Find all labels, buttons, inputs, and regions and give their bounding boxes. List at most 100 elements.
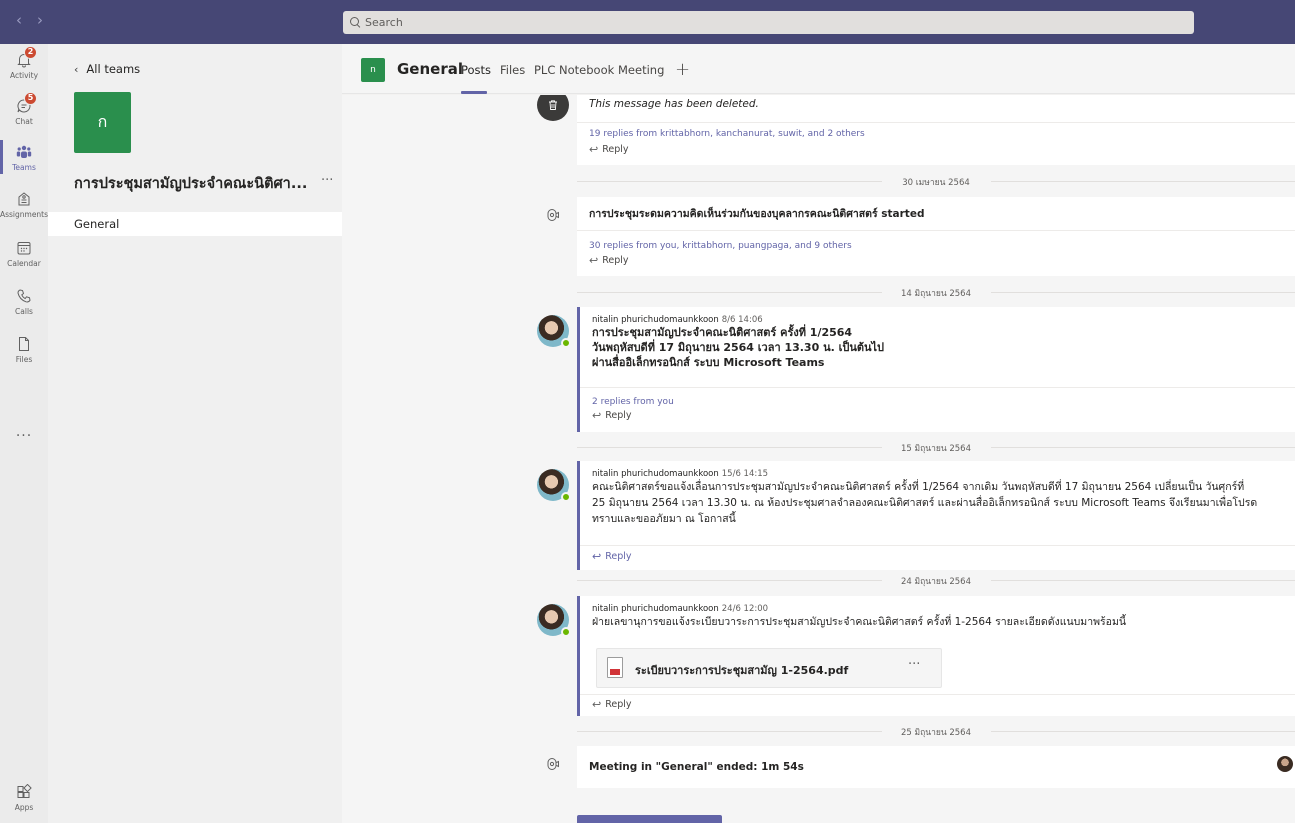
date-label: 14 มิถุนายน 2564 xyxy=(889,289,983,299)
avatar[interactable] xyxy=(537,315,571,348)
file-name[interactable]: ระเบียบวาระการประชุมสามัญ 1-2564.pdf xyxy=(635,661,848,679)
meeting-camera-icon xyxy=(537,748,569,780)
presence-available-icon xyxy=(561,627,571,637)
tab-files[interactable]: Files xyxy=(500,63,525,77)
author-name[interactable]: nitalin phurichudomaunkkoon xyxy=(592,604,719,614)
reply-arrow-icon: ↩ xyxy=(589,143,599,156)
team-more-options-icon[interactable]: ··· xyxy=(321,173,333,188)
rail-item-files[interactable]: Files xyxy=(0,330,48,376)
calendar-icon xyxy=(16,240,32,256)
date-separator: 30 เมษายน 2564 xyxy=(577,174,1295,188)
reply-arrow-icon: ↩ xyxy=(592,550,602,563)
active-tab-indicator xyxy=(461,91,487,94)
channel-avatar: n xyxy=(361,58,385,82)
search-icon xyxy=(350,17,361,28)
post-card: This message has been deleted. 19 replie… xyxy=(577,95,1295,165)
presence-available-icon xyxy=(561,338,571,348)
search-input[interactable] xyxy=(365,16,1145,29)
date-label: 30 เมษายน 2564 xyxy=(890,178,982,188)
forward-arrow-icon[interactable]: › xyxy=(37,12,43,28)
apps-icon xyxy=(16,783,32,800)
author-name[interactable]: nitalin phurichudomaunkkoon xyxy=(592,469,719,479)
chat-badge: 5 xyxy=(24,92,37,105)
tab-plc-notebook[interactable]: PLC Notebook xyxy=(534,63,614,77)
reply-arrow-icon: ↩ xyxy=(589,254,599,267)
add-tab-button[interactable]: + xyxy=(675,59,690,80)
reply-label: Reply xyxy=(602,255,629,266)
rail-item-calendar[interactable]: Calendar xyxy=(0,234,48,280)
tab-posts[interactable]: Posts xyxy=(461,63,491,77)
rail-item-chat[interactable]: 5 Chat xyxy=(0,92,48,138)
participant-avatar[interactable] xyxy=(1277,756,1293,772)
file-icon xyxy=(16,336,32,352)
meeting-ended-text: Meeting in "General" ended: 1m 54s xyxy=(589,761,804,773)
post-card: การประชุมระดมความคิดเห็นร่วมกันของบุคลาก… xyxy=(577,197,1295,276)
team-name: การประชุมสามัญประจำคณะนิติศา... xyxy=(74,176,308,192)
phone-icon xyxy=(16,288,32,304)
channel-item-general[interactable]: General xyxy=(48,212,342,236)
replies-link[interactable]: 19 replies from krittabhorn, kanchanurat… xyxy=(589,129,865,139)
reply-button[interactable]: ↩ Reply xyxy=(592,409,1283,422)
reply-label: Reply xyxy=(602,144,629,155)
post-time: 24/6 12:00 xyxy=(721,604,769,614)
post-card: Meeting in "General" ended: 1m 54s xyxy=(577,746,1295,788)
reply-label: Reply xyxy=(605,551,632,562)
chevron-left-icon: ‹ xyxy=(74,62,79,76)
rail-item-apps[interactable]: Apps xyxy=(0,778,48,823)
rail-label: Teams xyxy=(12,163,36,172)
post-card: nitalin phurichudomaunkkoon 24/6 12:00 ฝ่… xyxy=(577,596,1295,716)
post-card: nitalin phurichudomaunkkoon 15/6 14:15 คณ… xyxy=(577,461,1295,570)
date-label: 25 มิถุนายน 2564 xyxy=(889,728,983,738)
trash-icon xyxy=(537,95,569,121)
rail-item-activity[interactable]: 2 Activity xyxy=(0,46,48,92)
rail-item-teams[interactable]: Teams xyxy=(0,138,48,184)
rail-label: Apps xyxy=(14,803,34,812)
replies-link[interactable]: 2 replies from you xyxy=(592,397,674,407)
posts-feed[interactable]: This message has been deleted. 19 replie… xyxy=(342,95,1295,823)
rail-label: Activity xyxy=(9,71,39,80)
message-line: ผ่านสื่ออิเล็กทรอนิกส์ ระบบ Microsoft Te… xyxy=(592,356,825,369)
tab-meeting[interactable]: Meeting xyxy=(618,63,664,77)
reply-button[interactable]: ↩ Reply xyxy=(592,698,1283,711)
date-separator: 25 มิถุนายน 2564 xyxy=(577,724,1295,738)
reply-label: Reply xyxy=(605,410,632,421)
file-attachment[interactable]: ระเบียบวาระการประชุมสามัญ 1-2564.pdf ··· xyxy=(596,648,942,688)
author-name[interactable]: nitalin phurichudomaunkkoon xyxy=(592,315,719,325)
new-conversation-button[interactable] xyxy=(577,815,722,823)
search-bar[interactable] xyxy=(343,11,1194,34)
message-line: ฝ่ายเลขานุการขอแจ้งระเบียบวาระการประชุมส… xyxy=(592,616,1127,628)
rail-item-calls[interactable]: Calls xyxy=(0,282,48,328)
reply-arrow-icon: ↩ xyxy=(592,698,602,711)
reply-arrow-icon: ↩ xyxy=(592,409,602,422)
presence-available-icon xyxy=(561,492,571,502)
post-meta: nitalin phurichudomaunkkoon 8/6 14:06 xyxy=(592,315,1283,325)
date-separator: 24 มิถุนายน 2564 xyxy=(577,573,1295,587)
replies-link[interactable]: 30 replies from you, krittabhorn, puangp… xyxy=(589,241,852,251)
rail-label: Assignments xyxy=(0,210,49,219)
post-meta: nitalin phurichudomaunkkoon 24/6 12:00 xyxy=(592,604,1283,614)
deleted-message-text: This message has been deleted. xyxy=(589,98,759,110)
post-time: 8/6 14:06 xyxy=(721,315,763,325)
file-more-options-icon[interactable]: ··· xyxy=(908,657,920,672)
reply-button[interactable]: ↩ Reply xyxy=(589,143,1283,156)
assignments-icon xyxy=(16,191,32,207)
avatar[interactable] xyxy=(537,469,571,502)
reply-button[interactable]: ↩ Reply xyxy=(592,550,1283,563)
team-panel: ‹ All teams ก การประชุมสามัญประจำคณะนิติ… xyxy=(48,44,342,823)
activity-badge: 2 xyxy=(24,46,37,59)
message-line: การประชุมสามัญประจำคณะนิติศาสตร์ ครั้งที… xyxy=(592,326,853,339)
title-bar: ‹ › xyxy=(0,0,1295,44)
date-separator: 15 มิถุนายน 2564 xyxy=(577,440,1295,454)
avatar[interactable] xyxy=(537,604,571,637)
teams-icon xyxy=(16,144,32,160)
pdf-file-icon xyxy=(607,657,623,678)
date-separator: 14 มิถุนายน 2564 xyxy=(577,285,1295,299)
all-teams-link[interactable]: ‹ All teams xyxy=(74,62,140,76)
reply-button[interactable]: ↩ Reply xyxy=(589,254,1283,267)
date-label: 24 มิถุนายน 2564 xyxy=(889,577,983,587)
rail-item-assignments[interactable]: Assignments xyxy=(0,185,48,231)
rail-label: Calls xyxy=(15,307,33,316)
back-arrow-icon[interactable]: ‹ xyxy=(16,12,22,28)
channel-header: n General Posts Files PLC Notebook Meeti… xyxy=(342,44,1295,94)
more-apps-icon[interactable]: ··· xyxy=(0,428,48,444)
